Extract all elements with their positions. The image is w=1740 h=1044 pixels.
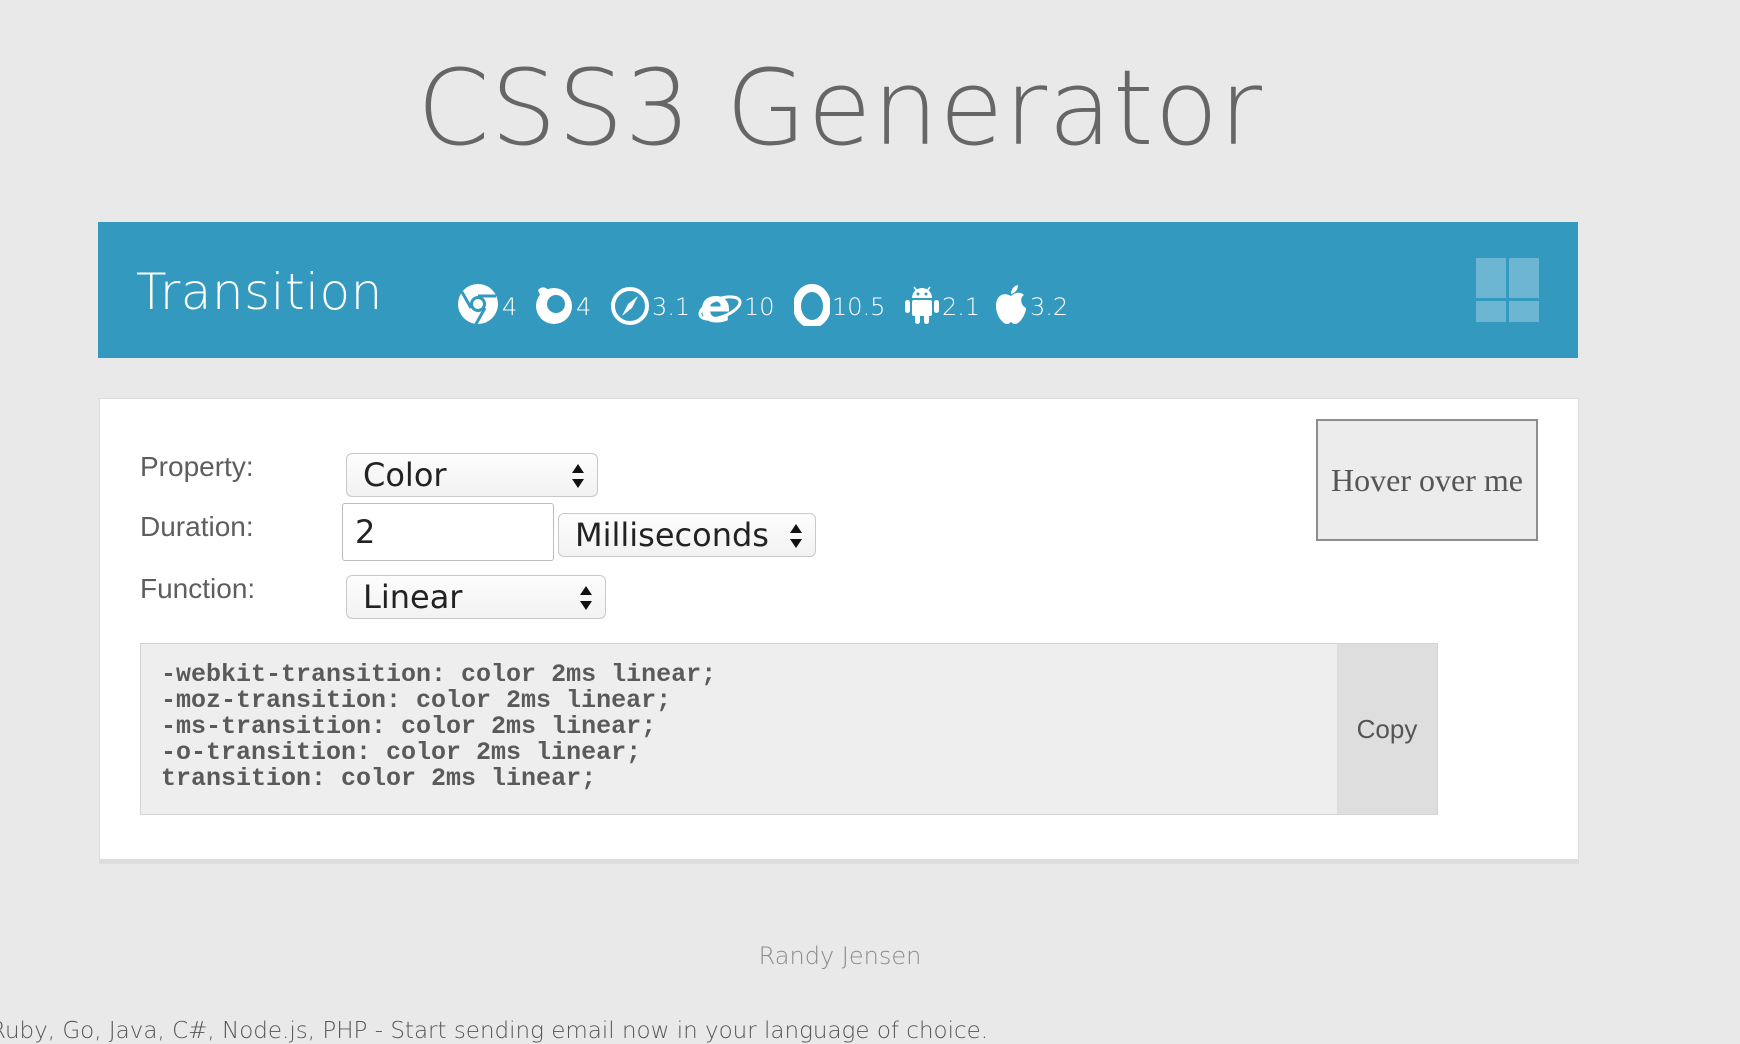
copy-button[interactable]: Copy — [1337, 644, 1437, 814]
function-select[interactable]: Linear — [346, 575, 606, 619]
browser-support-apple: 3.2 — [994, 266, 1068, 326]
page-title: CSS3 Generator — [417, 47, 1263, 169]
code-line: -webkit-transition: color 2ms linear; — [161, 660, 717, 689]
transition-panel-header: Transition 4 4 3.1 e 10 10.5 2.1 3.2 — [98, 222, 1578, 358]
property-select[interactable]: Color — [346, 453, 598, 497]
property-label: Property: — [140, 451, 254, 482]
duration-unit-select[interactable]: Milliseconds — [558, 513, 816, 557]
function-label: Function: — [140, 573, 256, 604]
safari-icon — [611, 287, 649, 325]
code-line: -moz-transition: color 2ms linear; — [161, 686, 672, 715]
duration-input-value: 2 — [355, 513, 376, 551]
firefox-version: 4 — [576, 293, 592, 321]
transition-settings-panel: Property: Color Duration: 2 Milliseconds… — [99, 398, 1579, 860]
ie-icon: e — [698, 282, 742, 326]
chrome-icon — [458, 284, 498, 325]
code-line: -o-transition: color 2ms linear; — [161, 738, 642, 767]
author-credit[interactable]: Randy Jensen — [0, 942, 1680, 970]
browser-support-android: 2.1 — [904, 266, 980, 326]
opera-version: 10.5 — [832, 293, 886, 321]
safari-version: 3.1 — [652, 293, 691, 321]
apple-version: 3.2 — [1030, 293, 1069, 321]
code-line: -ms-transition: color 2ms linear; — [161, 712, 657, 741]
android-icon — [905, 286, 939, 324]
code-lines: -webkit-transition: color 2ms linear; -m… — [161, 662, 716, 792]
panel-title: Transition — [136, 263, 383, 321]
apple-icon — [996, 285, 1026, 324]
browser-support-opera: 10.5 — [794, 266, 885, 326]
duration-unit-value: Milliseconds — [575, 516, 769, 554]
opera-icon — [794, 284, 830, 326]
chrome-version: 4 — [502, 293, 518, 321]
firefox-icon — [536, 287, 572, 324]
select-arrows-icon — [580, 586, 592, 610]
hover-preview-box[interactable]: Hover over me — [1316, 419, 1538, 541]
browser-support-safari: 3.1 — [610, 266, 690, 326]
browser-support-firefox: 4 — [534, 266, 591, 326]
duration-label: Duration: — [140, 511, 254, 542]
browser-support-chrome: 4 — [456, 266, 517, 326]
property-select-value: Color — [363, 456, 447, 494]
sponsor-ad-text[interactable]: Ruby, Go, Java, C#, Node.js, PHP - Start… — [0, 1018, 988, 1044]
ie-version: 10 — [744, 293, 775, 321]
grid-icon[interactable] — [1476, 258, 1540, 322]
duration-input[interactable]: 2 — [342, 503, 554, 561]
select-arrows-icon — [790, 524, 802, 548]
function-select-value: Linear — [363, 578, 463, 616]
code-line: transition: color 2ms linear; — [161, 764, 597, 793]
select-arrows-icon — [572, 464, 584, 488]
android-version: 2.1 — [942, 293, 981, 321]
generated-code-box: -webkit-transition: color 2ms linear; -m… — [140, 643, 1438, 815]
browser-support-ie: e 10 — [698, 266, 775, 326]
